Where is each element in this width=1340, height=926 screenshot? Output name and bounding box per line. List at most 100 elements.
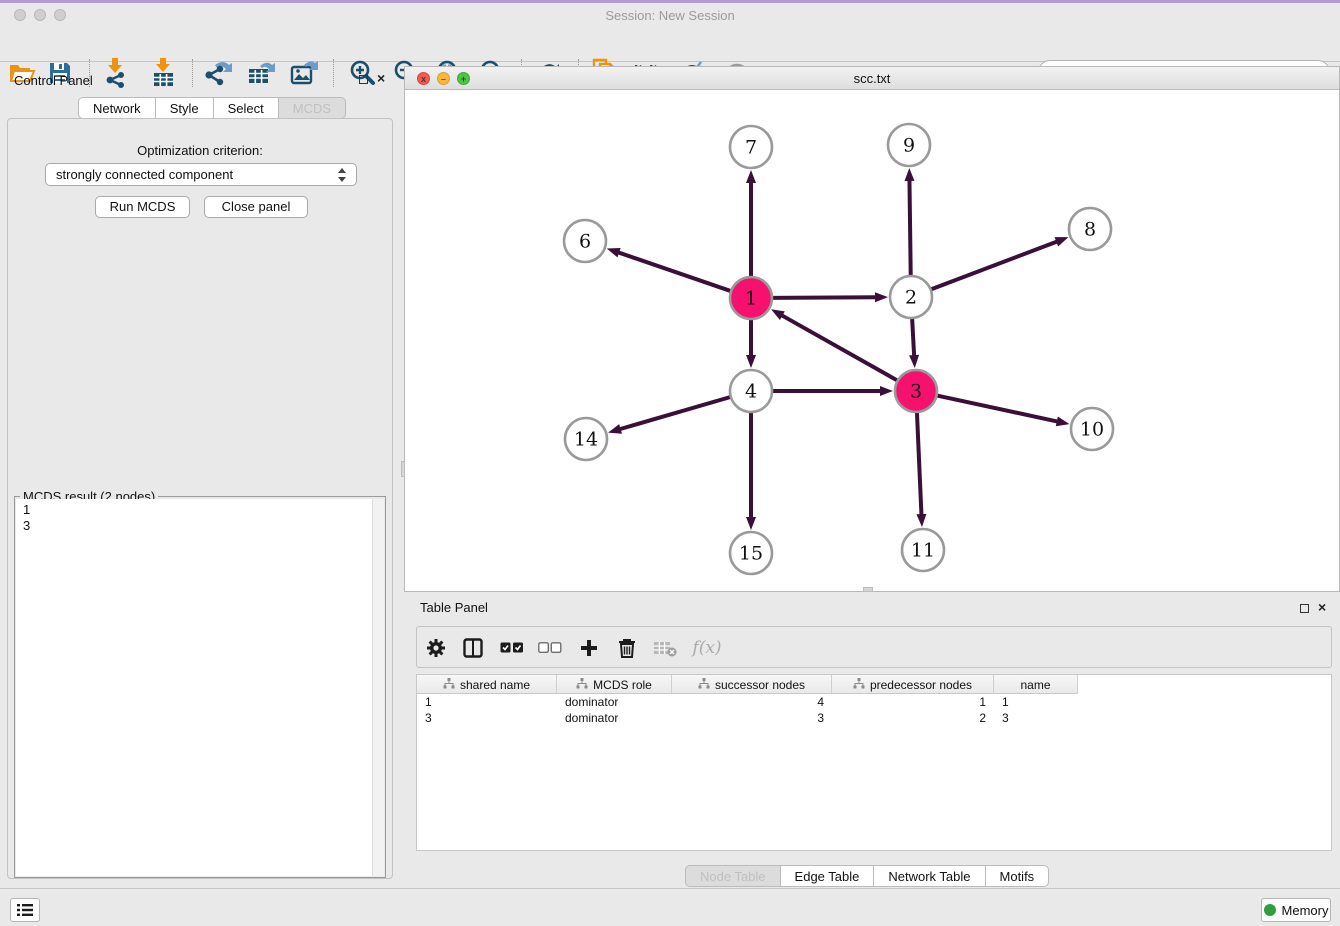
edge-arrowhead xyxy=(916,514,926,527)
graph-node-label: 15 xyxy=(739,543,763,565)
graph-node-label: 14 xyxy=(574,429,598,451)
column-header-successor-nodes[interactable]: successor nodes xyxy=(672,675,832,694)
criterion-dropdown[interactable]: strongly connected component xyxy=(45,163,357,186)
list-icon xyxy=(17,903,33,917)
graph-node-label: 3 xyxy=(910,381,922,403)
task-history-button[interactable] xyxy=(10,898,40,922)
table-cell: 1 xyxy=(994,694,1078,710)
tab-mcds[interactable]: MCDS xyxy=(279,97,346,119)
edge-3-1[interactable] xyxy=(781,315,898,381)
graph-node-label: 2 xyxy=(905,287,917,309)
table-toolbar: f(x) xyxy=(416,626,1332,668)
delete-table-icon xyxy=(651,634,679,662)
control-panel-title: Control Panel xyxy=(14,73,93,88)
edge-arrowhead xyxy=(746,355,756,368)
table-cell: 1 xyxy=(417,694,557,710)
table-body: 1dominator4113dominator323 xyxy=(417,694,1331,726)
close-table-panel-icon[interactable]: × xyxy=(1318,599,1326,615)
edge-2-9[interactable] xyxy=(909,179,910,276)
table-row[interactable]: 3dominator323 xyxy=(417,710,1078,726)
float-table-panel-icon[interactable] xyxy=(1300,604,1309,613)
tab-edge-table[interactable]: Edge Table xyxy=(781,865,875,887)
edge-arrowhead xyxy=(746,517,756,530)
tab-style[interactable]: Style xyxy=(156,97,214,119)
column-header-name[interactable]: name xyxy=(994,675,1078,694)
graph-node-label: 9 xyxy=(903,135,915,157)
select-all-columns-icon[interactable] xyxy=(498,634,526,662)
gear-icon[interactable] xyxy=(422,634,450,662)
mcds-result-item[interactable]: 1 xyxy=(23,502,373,518)
table-row[interactable]: 1dominator411 xyxy=(417,694,1078,710)
table-panel-tabs: Node TableEdge TableNetwork TableMotifs xyxy=(685,865,1049,887)
tab-node-table[interactable]: Node Table xyxy=(685,865,781,887)
splitter-handle[interactable] xyxy=(863,587,873,592)
memory-button[interactable]: Memory xyxy=(1261,898,1331,922)
tab-motifs[interactable]: Motifs xyxy=(986,865,1050,887)
tab-network-table[interactable]: Network Table xyxy=(874,865,985,887)
result-scrollbar[interactable] xyxy=(372,499,384,876)
splitter-handle[interactable] xyxy=(401,461,405,477)
mcds-tab-content: Optimization criterion: strongly connect… xyxy=(7,118,393,879)
criterion-value: strongly connected component xyxy=(56,167,233,182)
control-panel: Control Panel × NetworkStyleSelectMCDS O… xyxy=(0,66,400,886)
tab-network[interactable]: Network xyxy=(78,97,156,119)
edge-3-10[interactable] xyxy=(937,395,1059,421)
optimization-criterion-label: Optimization criterion: xyxy=(8,143,392,158)
edge-arrowhead xyxy=(904,168,914,181)
edge-1-6[interactable] xyxy=(617,252,731,291)
edge-3-11[interactable] xyxy=(917,412,922,516)
memory-label: Memory xyxy=(1282,903,1329,918)
table-cell: dominator xyxy=(557,710,672,726)
table-cell: 2 xyxy=(832,710,994,726)
network-graph[interactable]: 7968124314101511 xyxy=(405,90,1339,591)
node-table: shared nameMCDS rolesuccessor nodes prede… xyxy=(416,674,1332,851)
close-panel-button[interactable]: Close panel xyxy=(204,196,308,218)
edge-2-8[interactable] xyxy=(931,241,1059,289)
float-panel-icon[interactable] xyxy=(359,75,368,84)
delete-column-icon[interactable] xyxy=(613,634,641,662)
split-columns-icon[interactable] xyxy=(459,634,487,662)
add-column-icon[interactable] xyxy=(575,634,603,662)
table-panel: Table Panel × f(x) shared nameMCDS roles… xyxy=(404,596,1340,888)
main-toolbar xyxy=(0,28,1340,62)
edge-arrowhead xyxy=(909,355,919,368)
dropdown-stepper-icon xyxy=(338,168,348,182)
column-label: name xyxy=(1020,678,1050,692)
graph-node-label: 10 xyxy=(1080,419,1104,441)
titlebar: Session: New Session xyxy=(0,3,1340,28)
edge-arrowhead xyxy=(880,386,893,396)
edge-arrowhead xyxy=(875,292,888,302)
edge-4-14[interactable] xyxy=(619,397,731,430)
run-mcds-button[interactable]: Run MCDS xyxy=(95,196,190,218)
window-title: Session: New Session xyxy=(0,8,1340,23)
shared-column-icon xyxy=(576,678,588,692)
close-panel-icon[interactable]: × xyxy=(377,70,385,86)
network-title: scc.txt xyxy=(405,71,1339,86)
clear-selection-icon[interactable] xyxy=(536,634,564,662)
column-header-shared-name[interactable]: shared name xyxy=(417,675,557,694)
shared-column-icon xyxy=(443,678,455,692)
edge-arrowhead xyxy=(1056,417,1070,427)
table-cell: 1 xyxy=(832,694,994,710)
edge-2-3[interactable] xyxy=(912,318,914,357)
function-builder-icon: f(x) xyxy=(689,634,725,662)
table-cell: dominator xyxy=(557,694,672,710)
table-cell: 4 xyxy=(672,694,832,710)
column-header-predecessor-nodes[interactable]: predecessor nodes xyxy=(832,675,994,694)
edge-arrowhead xyxy=(1055,237,1069,246)
edge-1-2[interactable] xyxy=(772,297,877,298)
edge-arrowhead xyxy=(771,309,785,320)
mcds-result-list[interactable]: 13 xyxy=(16,499,373,876)
mcds-result-box: MCDS result (2 nodes) 13 xyxy=(14,496,386,878)
network-canvas[interactable]: 7968124314101511 xyxy=(405,90,1339,591)
mcds-result-item[interactable]: 3 xyxy=(23,518,373,534)
graph-node-label: 4 xyxy=(745,381,757,403)
column-header-MCDS-role[interactable]: MCDS role xyxy=(557,675,672,694)
column-label: predecessor nodes xyxy=(870,678,972,692)
network-window-titlebar[interactable]: x – + scc.txt xyxy=(405,67,1339,90)
shared-column-icon xyxy=(698,678,710,692)
tab-select[interactable]: Select xyxy=(214,97,279,119)
edge-arrowhead xyxy=(746,170,756,183)
shared-column-icon xyxy=(853,678,865,692)
network-view-window: x – + scc.txt 7968124314101511 xyxy=(404,66,1340,592)
